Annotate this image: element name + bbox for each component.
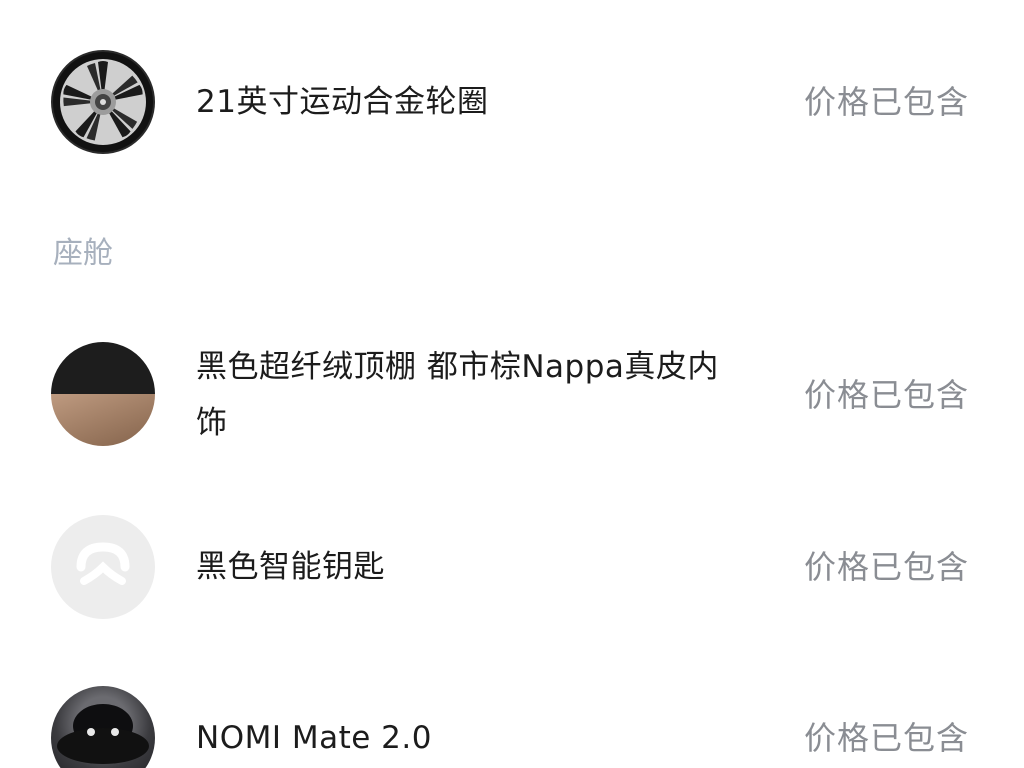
list-item-wheel[interactable]: 21英寸运动合金轮圈 价格已包含 xyxy=(0,50,1024,154)
item-price: 价格已包含 xyxy=(803,719,969,757)
nio-logo-icon xyxy=(51,515,155,619)
wheel-icon xyxy=(51,50,155,154)
section-title: 座舱 xyxy=(53,236,113,271)
item-name: NOMI Mate 2.0 xyxy=(196,720,432,756)
item-price: 价格已包含 xyxy=(803,548,969,586)
config-list-page: 21英寸运动合金轮圈 价格已包含 座舱 黑色超纤绒顶棚 都市棕Nappa真皮内饰… xyxy=(0,0,1024,768)
item-price: 价格已包含 xyxy=(803,83,969,121)
nomi-device-icon xyxy=(51,686,155,768)
list-item-interior[interactable]: 黑色超纤绒顶棚 都市棕Nappa真皮内饰 价格已包含 xyxy=(0,342,1024,446)
list-item-key[interactable]: 黑色智能钥匙 价格已包含 xyxy=(0,515,1024,619)
item-price: 价格已包含 xyxy=(803,376,969,414)
item-name: 黑色超纤绒顶棚 都市棕Nappa真皮内饰 xyxy=(196,349,719,441)
item-name: 21英寸运动合金轮圈 xyxy=(196,84,489,120)
list-item-nomi[interactable]: NOMI Mate 2.0 价格已包含 xyxy=(0,686,1024,768)
item-name: 黑色智能钥匙 xyxy=(196,549,385,585)
interior-swatch-icon xyxy=(51,342,155,446)
